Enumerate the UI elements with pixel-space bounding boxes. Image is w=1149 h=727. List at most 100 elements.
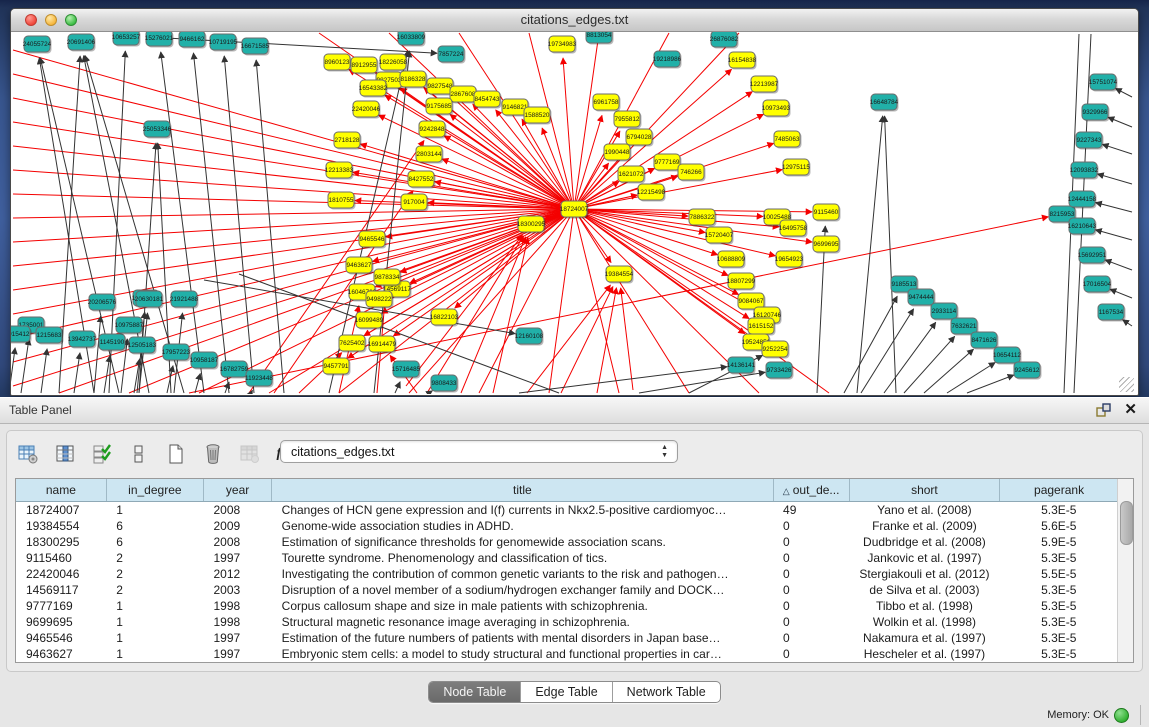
graph-node[interactable]: 20206576 [88,294,117,312]
table-row[interactable]: 946554611997Estimation of the future num… [16,630,1118,646]
graph-node[interactable]: 7857224 [438,46,466,64]
table-cell[interactable]: Yano et al. (2008) [849,502,999,519]
graph-node[interactable]: 15276021 [145,32,174,48]
table-cell[interactable]: 1998 [203,614,271,630]
table-cell[interactable]: 2 [106,566,203,582]
graph-node[interactable]: 9227343 [1076,132,1104,150]
table-cell[interactable]: 9115460 [16,550,106,566]
graph-node[interactable]: 1167534 [1098,304,1126,322]
table-cell[interactable]: 5.9E-5 [1000,534,1118,550]
close-panel-icon[interactable]: ✕ [1124,400,1137,418]
table-cell[interactable]: Genome-wide association studies in ADHD. [272,518,773,534]
graph-node[interactable]: 14136141 [727,357,756,375]
graph-node[interactable]: 16210643 [1068,218,1097,236]
graph-node[interactable]: 1215683 [36,327,64,345]
table-cell[interactable]: 2012 [203,566,271,582]
table-cell[interactable]: 1997 [203,630,271,646]
table-cell[interactable]: 0 [773,582,849,598]
table-cell[interactable]: 5.3E-5 [1000,646,1118,662]
table-cell[interactable]: 0 [773,550,849,566]
table-cell[interactable]: 49 [773,502,849,519]
graph-node[interactable]: 17016504 [1083,276,1112,294]
float-panel-icon[interactable] [1096,403,1111,418]
graph-node[interactable]: 16914479 [368,336,397,354]
new-table-icon[interactable] [163,441,189,467]
graph-node[interactable]: 1588520 [524,107,552,125]
graph-node[interactable]: 746266 [678,164,706,182]
table-cell[interactable]: 5.3E-5 [1000,630,1118,646]
graph-node[interactable]: 24055724 [23,36,52,54]
table-cell[interactable]: 19384554 [16,518,106,534]
graph-node[interactable]: 12213987 [750,76,779,94]
table-cell[interactable]: 0 [773,518,849,534]
table-cell[interactable]: 1997 [203,550,271,566]
graph-node[interactable]: 9463627 [346,257,374,275]
graph-node[interactable]: 6794028 [626,129,654,147]
graph-node[interactable]: 7955812 [614,111,642,129]
table-column-icon[interactable] [52,441,78,467]
table-cell[interactable]: 0 [773,566,849,582]
graph-node[interactable]: 25053346 [143,121,172,139]
graph-node[interactable]: 18300295 [517,216,546,234]
graph-node[interactable]: 1145190 [99,334,127,352]
table-cell[interactable]: 5.5E-5 [1000,566,1118,582]
table-cell[interactable]: Changes of HCN gene expression and I(f) … [272,502,773,519]
graph-node[interactable]: 19218986 [653,51,682,69]
graph-node[interactable]: 21921488 [170,291,199,309]
table-cell[interactable]: Estimation of significance thresholds fo… [272,534,773,550]
graph-node[interactable]: 9245612 [1014,362,1042,380]
graph-node[interactable]: 12215498 [637,184,666,202]
graph-node[interactable]: 2867608 [450,86,478,104]
graph-node[interactable]: 15720407 [705,227,734,245]
column-header-out_de[interactable]: △out_de... [773,479,849,502]
graph-node[interactable]: 9457791 [323,358,351,376]
graph-node[interactable]: 12093832 [1070,162,1099,180]
graph-node[interactable]: 8912955 [351,57,379,75]
graph-node[interactable]: 8427552 [408,171,436,189]
graph-node[interactable]: 9808433 [431,375,459,393]
graph-node[interactable]: 16099489 [355,312,384,330]
table-cell[interactable]: Jankovic et al. (1997) [849,550,999,566]
window-resize-grip-icon[interactable] [1119,377,1134,392]
graph-node[interactable]: 12160108 [515,328,544,346]
graph-node[interactable]: 917004 [401,194,429,212]
table-cell[interactable]: 0 [773,534,849,550]
table-row[interactable]: 2242004622012Investigating the contribut… [16,566,1118,582]
tab-edge-table[interactable]: Edge Table [521,682,612,702]
delete-table-icon[interactable] [200,441,226,467]
table-cell[interactable]: Corpus callosum shape and size in male p… [272,598,773,614]
graph-node[interactable]: 8186328 [400,71,428,89]
table-cell[interactable]: Estimation of the future numbers of pati… [272,630,773,646]
network-window-titlebar[interactable]: citations_edges.txt [11,9,1138,32]
graph-node[interactable]: 12505183 [128,337,157,355]
table-cell[interactable]: 0 [773,646,849,662]
table-cell[interactable]: 18724007 [16,502,106,519]
table-cell[interactable]: 6 [106,534,203,550]
graph-node[interactable]: 8454743 [474,91,502,109]
graph-node[interactable]: 7485063 [774,131,802,149]
graph-node[interactable]: 15751074 [1089,74,1118,92]
graph-node[interactable]: 19734983 [548,36,577,54]
graph-node[interactable]: 9466162 [179,32,207,49]
table-cell[interactable]: Franke et al. (2009) [849,518,999,534]
graph-node[interactable]: 10719195 [209,34,238,52]
graph-node[interactable]: 10973493 [762,100,791,118]
graph-node[interactable]: 16822103 [430,309,459,327]
graph-node[interactable]: 9474444 [908,289,936,307]
table-cell[interactable]: 9777169 [16,598,106,614]
graph-node[interactable]: 16033809 [397,32,426,47]
table-cell[interactable]: 6 [106,518,203,534]
graph-node[interactable]: 12975115 [782,159,810,177]
table-cell[interactable]: 9699695 [16,614,106,630]
graph-node[interactable]: 10653257 [112,32,141,47]
tab-node-table[interactable]: Node Table [429,682,521,702]
graph-node[interactable]: 10688809 [717,251,746,269]
table-cell[interactable]: 2003 [203,582,271,598]
table-cell[interactable]: 5.3E-5 [1000,582,1118,598]
column-header-year[interactable]: year [203,479,271,502]
table-selector-dropdown[interactable]: citations_edges.txt ▲▼ [280,440,678,463]
graph-node[interactable]: 6961758 [593,94,621,112]
graph-node[interactable]: 1621072 [618,166,646,184]
table-cell[interactable]: 5.3E-5 [1000,502,1118,519]
table-cell[interactable]: Hescheler et al. (1997) [849,646,999,662]
